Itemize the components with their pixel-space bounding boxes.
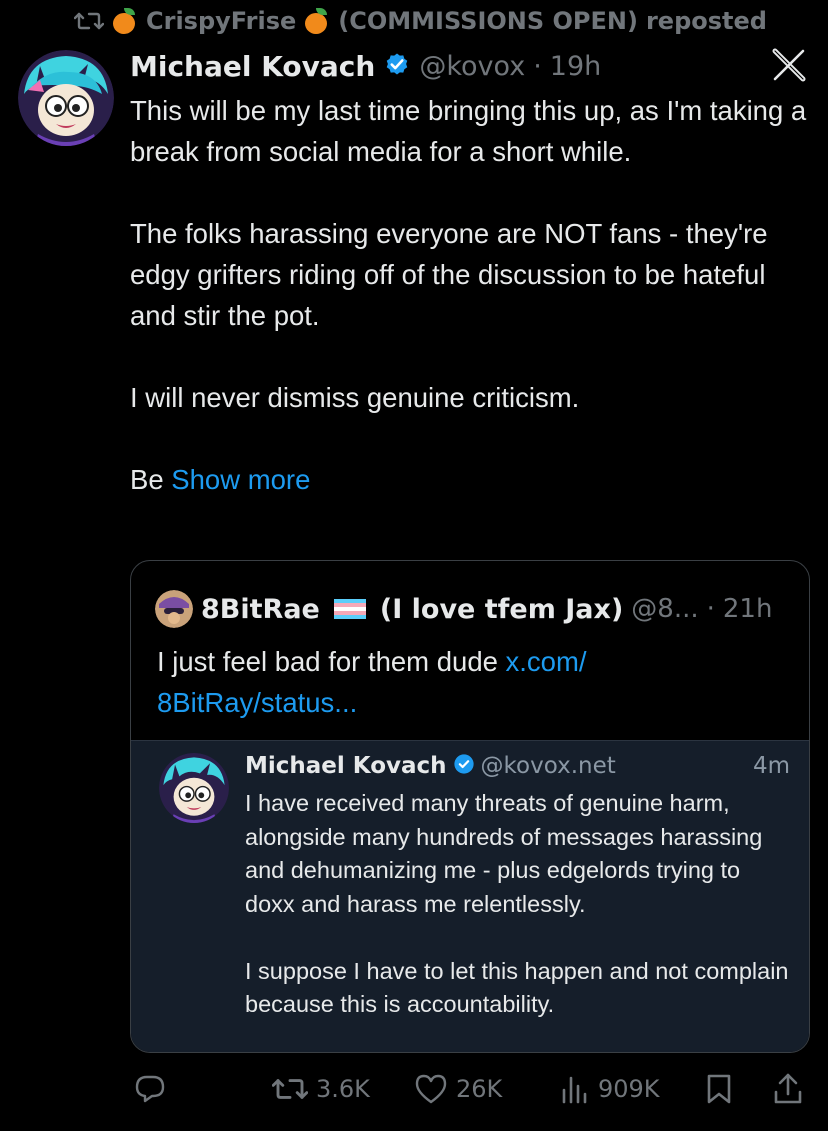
quote-time[interactable]: 21h — [723, 594, 773, 624]
retweet-button[interactable]: 3.6K — [272, 1065, 370, 1113]
retweet-count: 3.6K — [316, 1075, 370, 1103]
quote-link-continued[interactable]: 8BitRay/status... — [157, 687, 357, 718]
embedded-body: I have received many threats of genuine … — [245, 787, 796, 1052]
show-more-link[interactable]: Show more — [171, 464, 310, 495]
tweet-truncated-text: Be — [130, 464, 172, 495]
views-count: 909K — [598, 1075, 660, 1103]
quote-text: I just feel bad for them dude — [157, 646, 506, 677]
action-bar: 3.6K 26K 909K — [0, 1065, 828, 1113]
quote-author-handle[interactable]: @8... — [631, 594, 698, 624]
like-count: 26K — [456, 1075, 503, 1103]
x-logo-icon[interactable] — [772, 48, 806, 82]
embedded-header: Michael Kovach @kovox.net 4m — [245, 749, 790, 783]
embedded-paragraph: I have received many threats of genuine … — [245, 790, 769, 917]
like-button[interactable]: 26K — [414, 1065, 502, 1113]
embedded-time: 4m — [752, 753, 790, 779]
embedded-paragraph: I suppose I have to let this happen and … — [245, 957, 796, 1018]
tweet-body: This will be my last time bringing this … — [130, 90, 810, 541]
tweet-truncated-line: Be Show more — [130, 459, 810, 500]
reposter-name-suffix[interactable]: (COMMISSIONS OPEN) — [338, 7, 638, 35]
tweet-time[interactable]: 19h — [550, 51, 601, 82]
quote-author-name-suffix[interactable]: (I love tfem Jax) — [380, 594, 623, 625]
trans-flag-icon — [333, 599, 366, 619]
tweet-paragraph: This will be my last time bringing this … — [130, 95, 814, 167]
quoted-tweet-card[interactable]: 8BitRae (I love tfem Jax) @8... · 21h I … — [130, 560, 810, 1053]
quote-link[interactable]: x.com/ — [506, 646, 587, 677]
quote-header: 8BitRae (I love tfem Jax) @8... · 21h — [155, 589, 772, 629]
embedded-screenshot: Michael Kovach @kovox.net 4m I have rece… — [131, 740, 809, 1052]
quote-author-name[interactable]: 8BitRae — [201, 594, 320, 625]
share-button[interactable] — [772, 1065, 804, 1113]
reposter-name[interactable]: CrispyFrise — [146, 7, 296, 35]
embedded-author-avatar — [159, 753, 229, 823]
repost-indicator[interactable]: CrispyFrise (COMMISSIONS OPEN) reposted — [74, 6, 767, 36]
reply-icon — [134, 1073, 166, 1105]
quote-body: I just feel bad for them dude x.com/8Bit… — [157, 641, 777, 723]
tweet-paragraph: I will never dismiss genuine criticism. — [130, 382, 580, 413]
views-icon — [560, 1074, 590, 1104]
repost-icon — [74, 9, 104, 33]
author-name[interactable]: Michael Kovach — [130, 50, 375, 83]
views-button[interactable]: 909K — [560, 1065, 660, 1113]
tweet-paragraph: The folks harassing everyone are NOT fan… — [130, 218, 776, 331]
separator-dot: · — [533, 50, 542, 82]
like-icon — [414, 1073, 448, 1105]
separator-dot: · — [706, 594, 715, 624]
quote-author-avatar[interactable] — [155, 590, 193, 628]
bookmark-button[interactable] — [704, 1065, 734, 1113]
repost-action-label: reposted — [645, 7, 767, 35]
author-handle[interactable]: @kovox — [419, 51, 525, 82]
reply-button[interactable] — [134, 1065, 166, 1113]
orange-emoji-icon — [304, 8, 330, 34]
embedded-author-handle: @kovox.net — [480, 753, 616, 779]
bookmark-icon — [704, 1073, 734, 1105]
embedded-author-name: Michael Kovach — [245, 753, 447, 779]
tweet-header: Michael Kovach @kovox · 19h — [130, 46, 601, 86]
verified-badge-icon — [383, 50, 411, 82]
retweet-icon — [272, 1074, 308, 1104]
author-avatar[interactable] — [18, 50, 114, 146]
verified-badge-icon — [453, 753, 475, 779]
orange-emoji-icon — [112, 8, 138, 34]
share-icon — [772, 1072, 804, 1106]
